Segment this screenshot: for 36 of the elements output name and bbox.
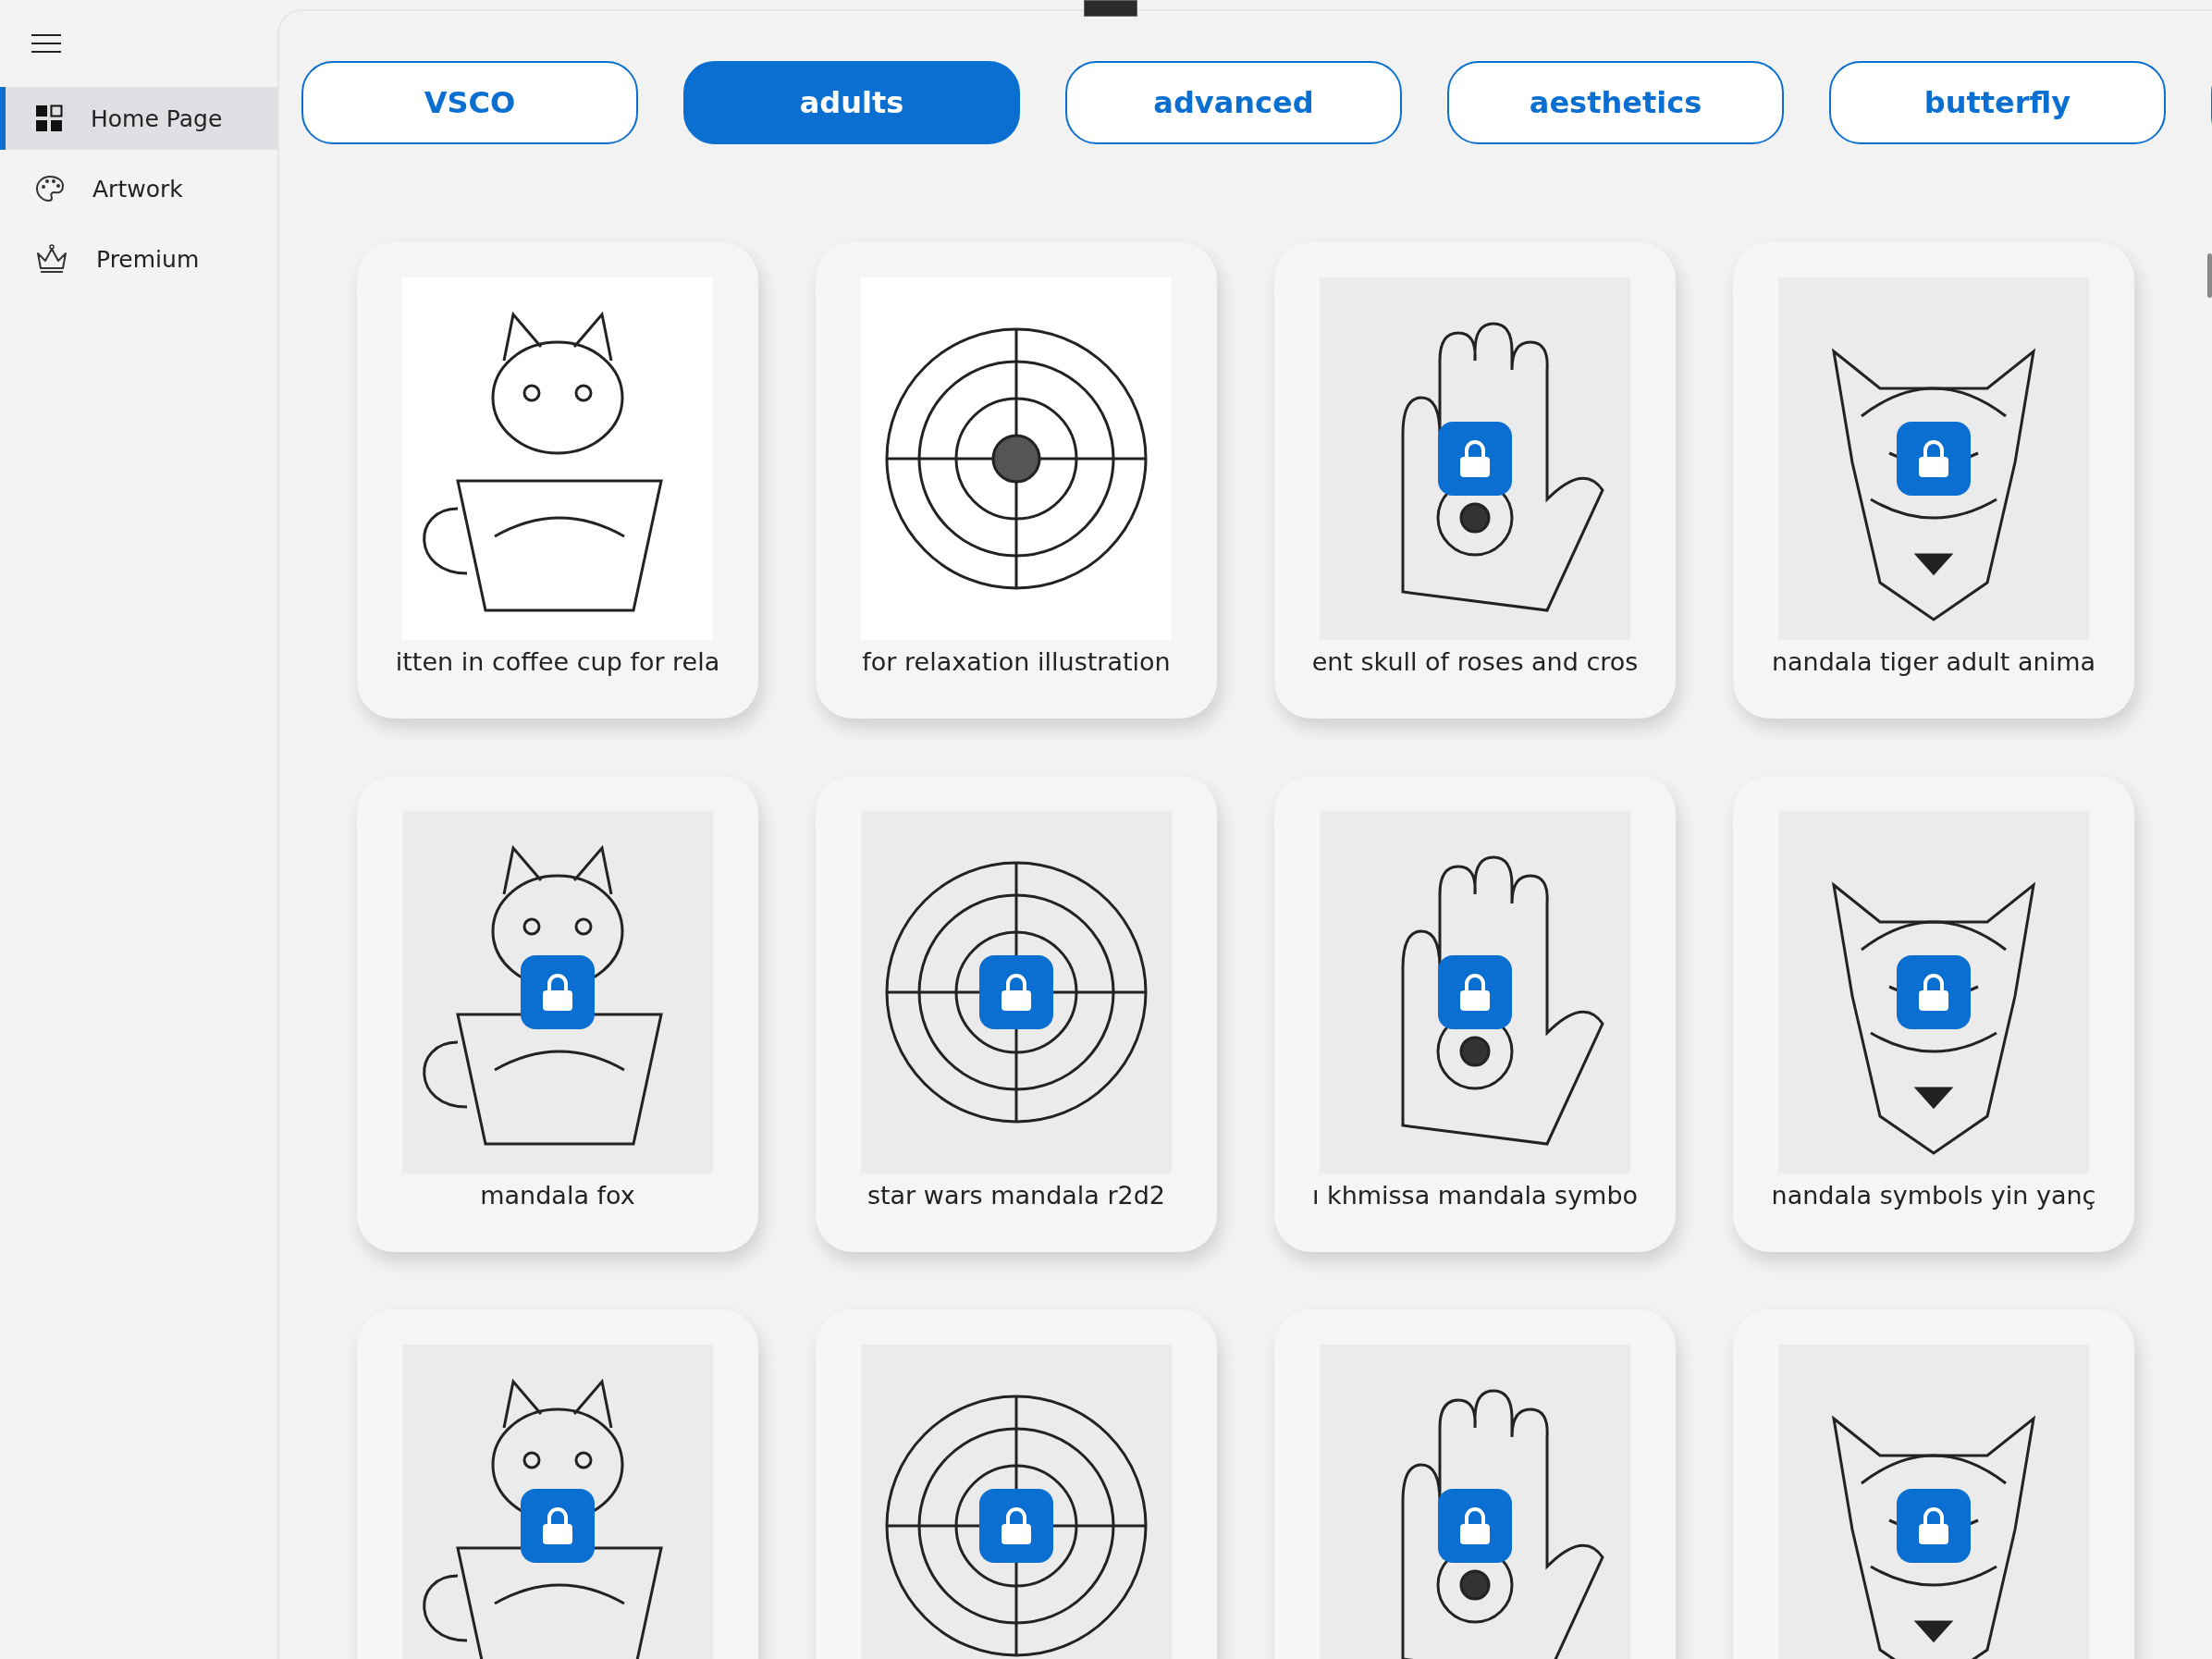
coloring-card[interactable] — [816, 1309, 1217, 1659]
coloring-card[interactable]: itten in coffee cup for rela — [357, 242, 758, 719]
crown-icon — [35, 244, 68, 274]
nav-label: Artwork — [92, 175, 183, 203]
nav-item[interactable]: Premium — [0, 227, 277, 290]
dashboard-icon — [35, 104, 63, 132]
coloring-card[interactable]: star wars mandala r2d2 — [816, 776, 1217, 1252]
card-caption: ent skull of roses and cros — [1311, 647, 1639, 676]
card-caption: mandala fox — [480, 1181, 635, 1210]
category-chip[interactable]: butterfly — [1829, 61, 2166, 144]
card-caption: star wars mandala r2d2 — [866, 1181, 1166, 1210]
coloring-card[interactable]: nandala symbols yin yanç — [1733, 776, 2134, 1252]
coloring-card[interactable] — [357, 1309, 758, 1659]
category-chip[interactable]: advanced — [1065, 61, 1402, 144]
card-caption: nandala tiger adult anima — [1771, 647, 2096, 676]
card-caption: ı khmissa mandala symbo — [1311, 1181, 1639, 1210]
scrollbar[interactable] — [2207, 253, 2212, 298]
card-caption: itten in coffee cup for rela — [395, 647, 720, 676]
coloring-card[interactable]: mandala fox — [357, 776, 758, 1252]
coloring-card[interactable] — [1274, 1309, 1676, 1659]
coloring-card[interactable]: nandala tiger adult anima — [1733, 242, 2134, 719]
drag-handle[interactable] — [1084, 0, 1137, 17]
coloring-card[interactable]: ent skull of roses and cros — [1274, 242, 1676, 719]
nav-label: Premium — [96, 245, 200, 273]
nav-label: Home Page — [91, 104, 223, 132]
coloring-card[interactable]: ı khmissa mandala symbo — [1274, 776, 1676, 1252]
coloring-card[interactable] — [1733, 1309, 2134, 1659]
card-caption: for relaxation illustration — [862, 647, 1171, 676]
coloring-card[interactable]: for relaxation illustration — [816, 242, 1217, 719]
card-caption: nandala symbols yin yanç — [1771, 1181, 2096, 1210]
category-chip[interactable]: aesthetics — [1447, 61, 1784, 144]
palette-icon — [35, 175, 65, 203]
nav-item[interactable]: Home Page — [0, 87, 277, 150]
nav-item[interactable]: Artwork — [0, 157, 277, 220]
category-chip[interactable]: adults — [683, 61, 1020, 144]
category-chip[interactable]: VSCO — [301, 61, 638, 144]
